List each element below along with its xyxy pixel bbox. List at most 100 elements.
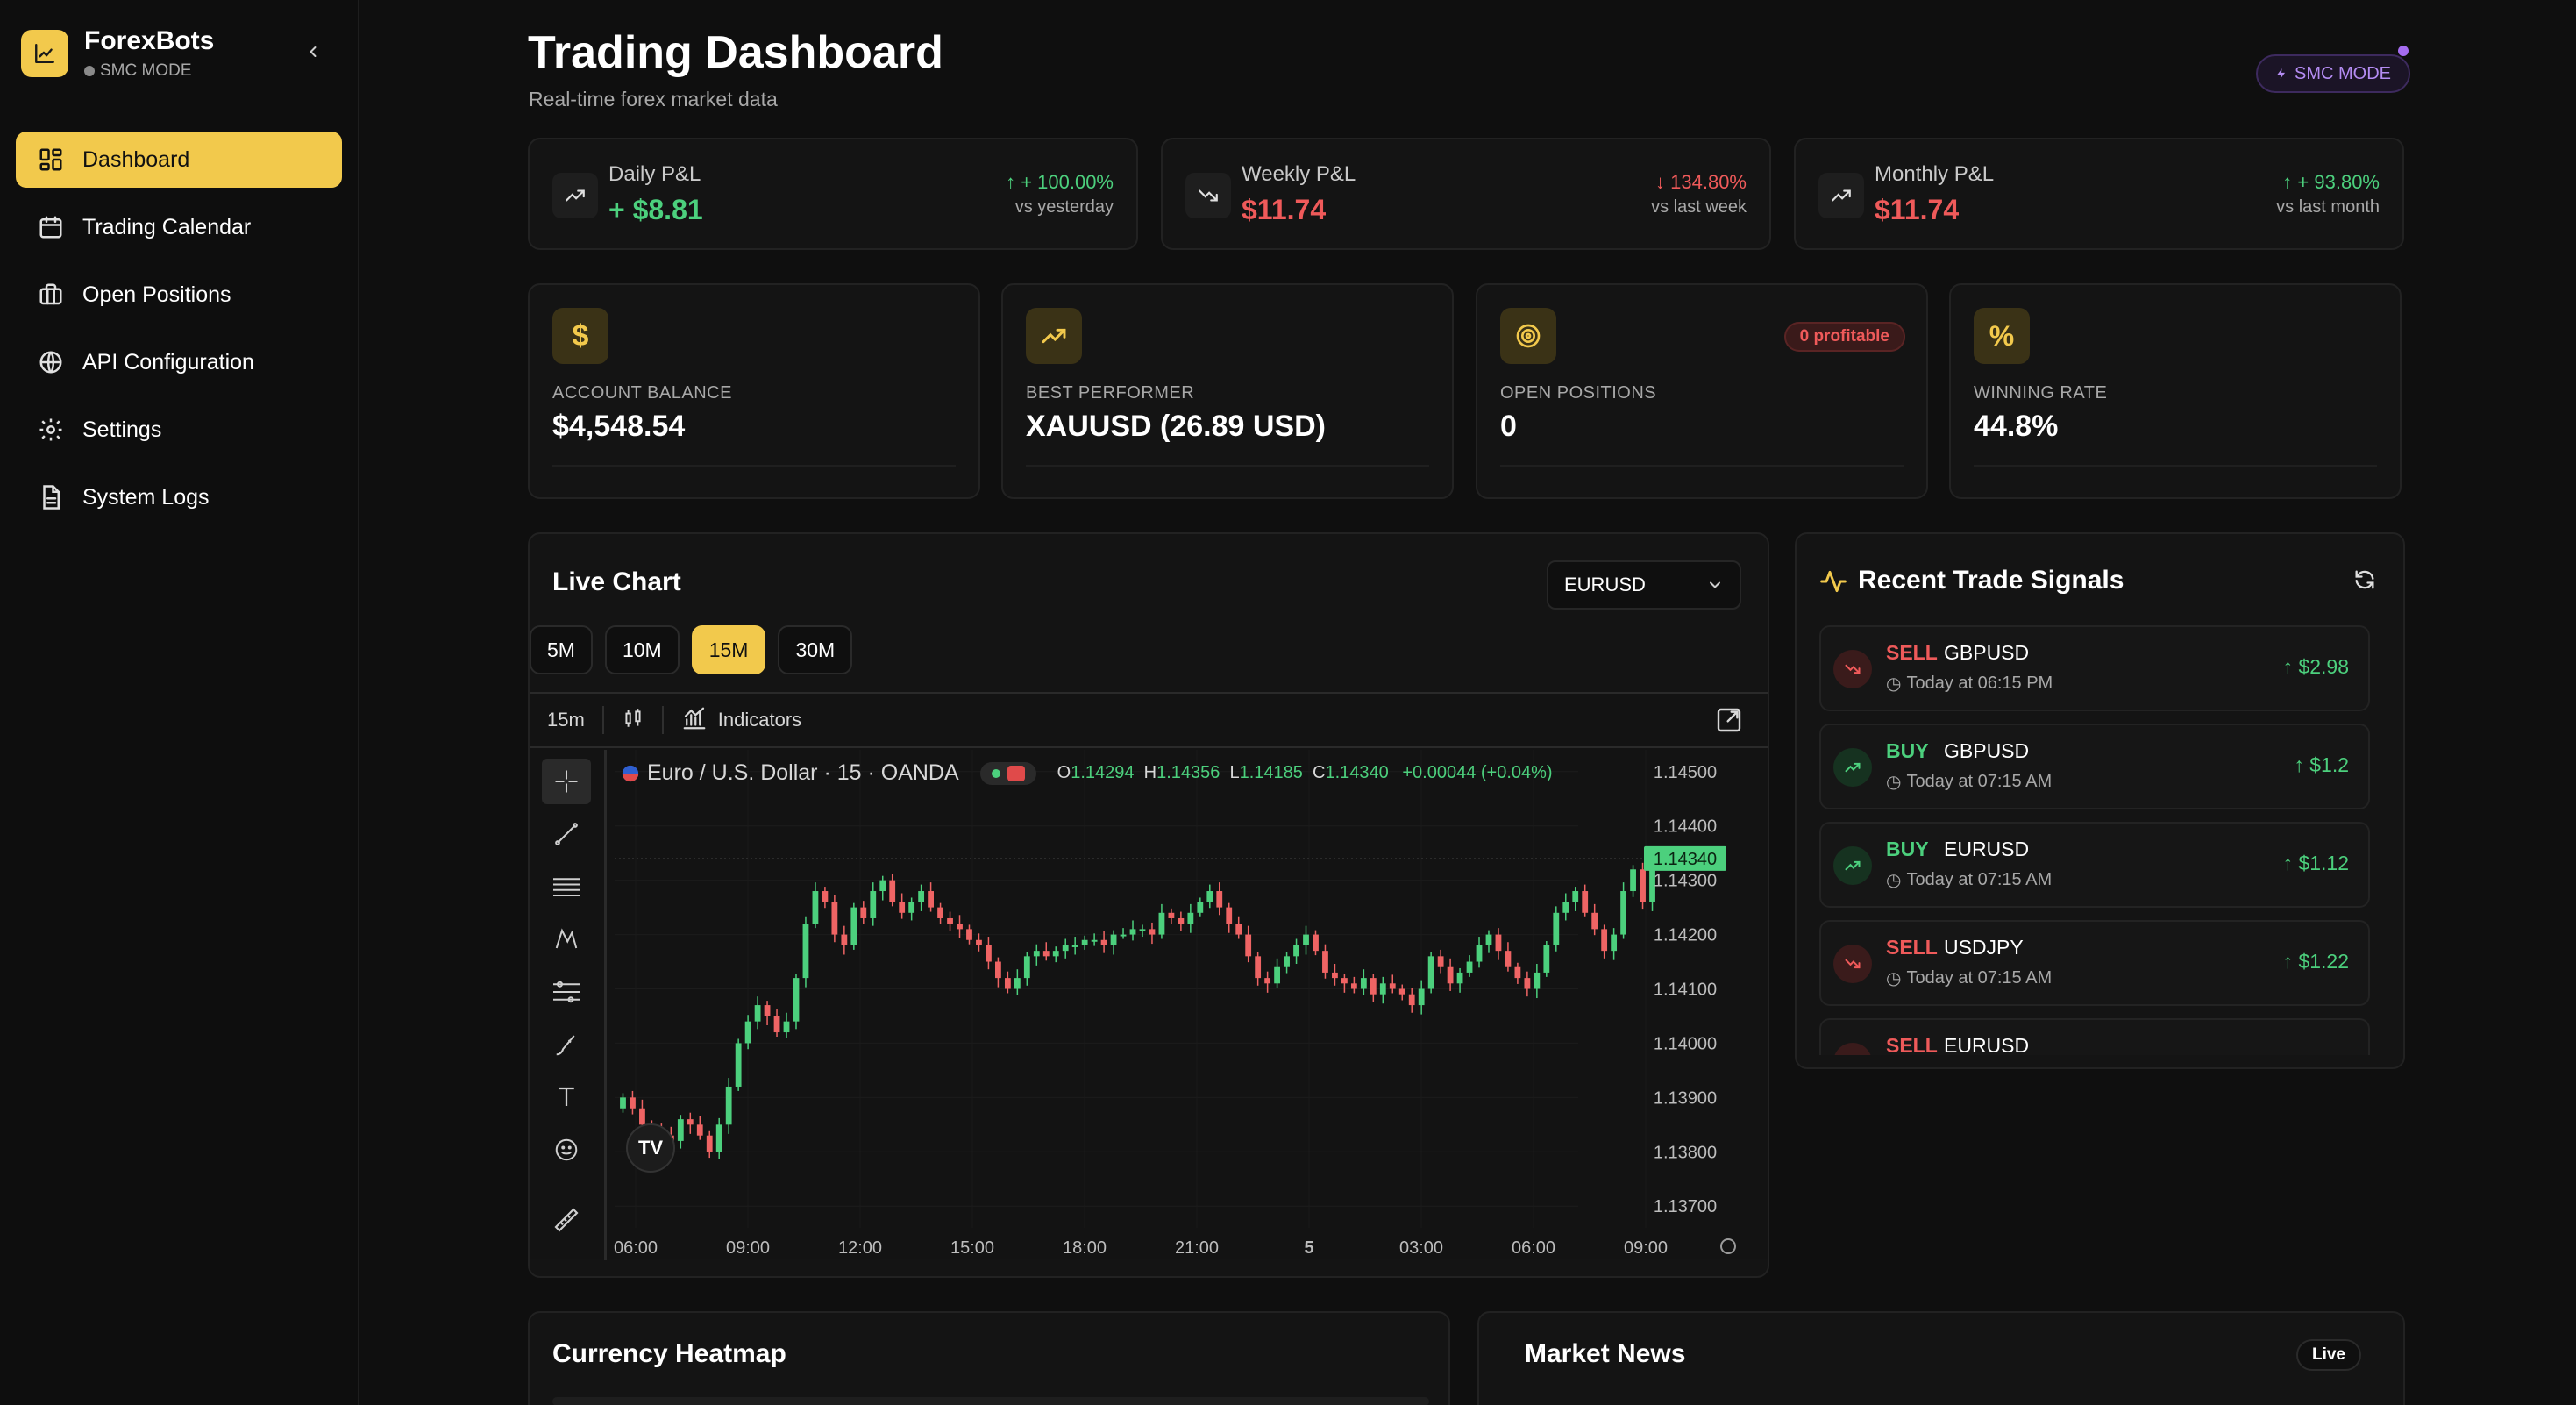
candle-body	[1129, 929, 1136, 935]
candle-body	[630, 1097, 636, 1109]
signal-pair: EURUSD	[1944, 1034, 2030, 1055]
best-performer-card: BEST PERFORMER XAUUSD (26.89 USD)	[1001, 283, 1454, 499]
recent-signals-card: Recent Trade Signals SELL GBPUSD ◷ Today …	[1795, 532, 2405, 1069]
emoji-tool-icon[interactable]	[542, 1127, 591, 1173]
indicators-button[interactable]: Indicators	[718, 709, 801, 731]
y-tick-label: 1.14200	[1654, 926, 1717, 945]
sidebar-item-api-configuration[interactable]: API Configuration	[16, 334, 342, 390]
refresh-icon[interactable]	[2352, 567, 2377, 596]
horizontal-lines-tool-icon[interactable]	[542, 864, 591, 909]
timeframe-5m-button[interactable]: 5M	[530, 625, 593, 674]
stat-label: WINNING RATE	[1974, 383, 2108, 403]
notification-dot-icon	[2398, 46, 2409, 56]
candle-body	[831, 902, 838, 935]
divider	[601, 706, 604, 734]
open-external-icon[interactable]	[1715, 706, 1743, 738]
currency-heatmap-card: Currency Heatmap	[528, 1311, 1450, 1405]
signal-item[interactable]: BUY EURUSD ◷ Today at 07:15 AM ↑ $1.12	[1819, 822, 2370, 908]
trending-down-icon	[1833, 650, 1872, 688]
live-chart-title: Live Chart	[552, 567, 681, 596]
signal-item[interactable]: SELL USDJPY ◷ Today at 07:15 AM ↑ $1.22	[1819, 920, 2370, 1006]
y-tick-label: 1.13900	[1654, 1088, 1717, 1108]
fib-tool-icon[interactable]	[542, 969, 591, 1015]
candle-body	[879, 880, 886, 892]
profitable-badge: 0 profitable	[1783, 322, 1905, 352]
candle-body	[1255, 956, 1262, 979]
pattern-tool-icon[interactable]	[542, 916, 591, 962]
brand-mode-label: SMC MODE	[100, 61, 192, 80]
tradingview-logo[interactable]: TV	[626, 1123, 675, 1173]
candle-body	[1023, 956, 1030, 979]
pnl-value: + $8.81	[608, 194, 703, 225]
candle-body	[1293, 945, 1299, 957]
pnl-value: $11.74	[1875, 194, 1960, 225]
sidebar-item-label: Dashboard	[82, 146, 190, 172]
arrow-up-icon: ↑	[2282, 171, 2298, 193]
smc-mode-badge[interactable]: SMC MODE	[2256, 54, 2410, 93]
symbol-select[interactable]: EURUSD	[1547, 560, 1741, 610]
candle-body	[1408, 994, 1415, 1006]
signal-time-text: Today at 07:15 AM	[1906, 968, 2053, 988]
candle-body	[1379, 983, 1386, 995]
candle-body	[1370, 978, 1377, 995]
tradingview-widget: 15m Indicators 1.14340 1.14500 1.14400 1…	[530, 692, 1768, 1260]
timeframe-10m-button[interactable]: 10M	[604, 625, 680, 674]
ohlc-low-key: L	[1224, 763, 1240, 782]
x-tick-label: 5	[1304, 1238, 1313, 1258]
ruler-tool-icon[interactable]	[542, 1197, 591, 1243]
crosshair-tool-icon[interactable]	[542, 759, 591, 804]
arrow-up-icon: ↑	[2282, 655, 2299, 678]
signal-item[interactable]: SELL EURUSD	[1819, 1018, 2370, 1055]
candle-body	[1091, 939, 1098, 942]
eurusd-flag-icon	[622, 765, 639, 781]
brush-tool-icon[interactable]	[542, 1022, 591, 1067]
sidebar-item-settings[interactable]: Settings	[16, 402, 342, 458]
candle-body	[1611, 934, 1618, 952]
candlestick-type-icon[interactable]	[622, 707, 644, 734]
signal-pnl: ↑ $1.12	[2283, 852, 2349, 875]
ohlc-open: 1.14294	[1071, 763, 1135, 782]
collapse-sidebar-button[interactable]	[300, 39, 326, 65]
pnl-compare: vs last week	[1651, 197, 1747, 217]
briefcase-icon	[37, 281, 65, 309]
sidebar-item-open-positions[interactable]: Open Positions	[16, 267, 342, 323]
candle-body	[1620, 891, 1626, 935]
candle-body	[1245, 934, 1252, 957]
signal-item[interactable]: BUY GBPUSD ◷ Today at 07:15 AM ↑ $1.2	[1819, 724, 2370, 809]
dashboard-icon	[37, 146, 65, 174]
candlestick-chart[interactable]: 1.14340 1.14500 1.14400 1.14300 1.14200 1.141…	[609, 750, 1768, 1260]
stat-label: OPEN POSITIONS	[1500, 383, 1657, 403]
ohlc-close: 1.14340	[1325, 763, 1389, 782]
sidebar-item-trading-calendar[interactable]: Trading Calendar	[16, 199, 342, 255]
candle-body	[1100, 939, 1107, 945]
text-tool-icon[interactable]	[542, 1074, 591, 1120]
sidebar-item-system-logs[interactable]: System Logs	[16, 469, 342, 525]
trend-line-tool-icon[interactable]	[542, 811, 591, 857]
signal-pnl: ↑ $1.22	[2283, 950, 2349, 974]
signal-item[interactable]: SELL GBPUSD ◷ Today at 06:15 PM ↑ $2.98	[1819, 625, 2370, 711]
account-balance-card: $ ACCOUNT BALANCE $4,548.54	[528, 283, 980, 499]
candle-body	[976, 939, 982, 945]
interval-button[interactable]: 15m	[547, 709, 585, 731]
divider	[661, 706, 664, 734]
timeframe-30m-button[interactable]: 30M	[778, 625, 853, 674]
candle-body	[841, 934, 848, 945]
candle-body	[1264, 978, 1271, 984]
app-root: ForexBots SMC MODE Dashboard Trading Cal…	[0, 0, 2576, 1405]
legend-status-pill[interactable]	[979, 761, 1036, 785]
candle-body	[822, 891, 829, 902]
candle-body	[1640, 869, 1646, 902]
candle-body	[1014, 978, 1021, 989]
timeframe-15m-button[interactable]: 15M	[691, 625, 766, 674]
candle-body	[1466, 961, 1473, 973]
candle-body	[1216, 891, 1223, 908]
sidebar-item-label: API Configuration	[82, 349, 254, 374]
pnl-change-value: + 100.00%	[1021, 171, 1114, 193]
candle-body	[793, 978, 800, 1022]
indicators-icon[interactable]	[681, 705, 708, 736]
trending-down-icon	[1833, 945, 1872, 983]
candle-body	[1350, 983, 1357, 989]
sidebar-item-dashboard[interactable]: Dashboard	[16, 132, 342, 188]
brand[interactable]: ForexBots SMC MODE	[21, 26, 214, 81]
candle-body	[812, 891, 819, 924]
